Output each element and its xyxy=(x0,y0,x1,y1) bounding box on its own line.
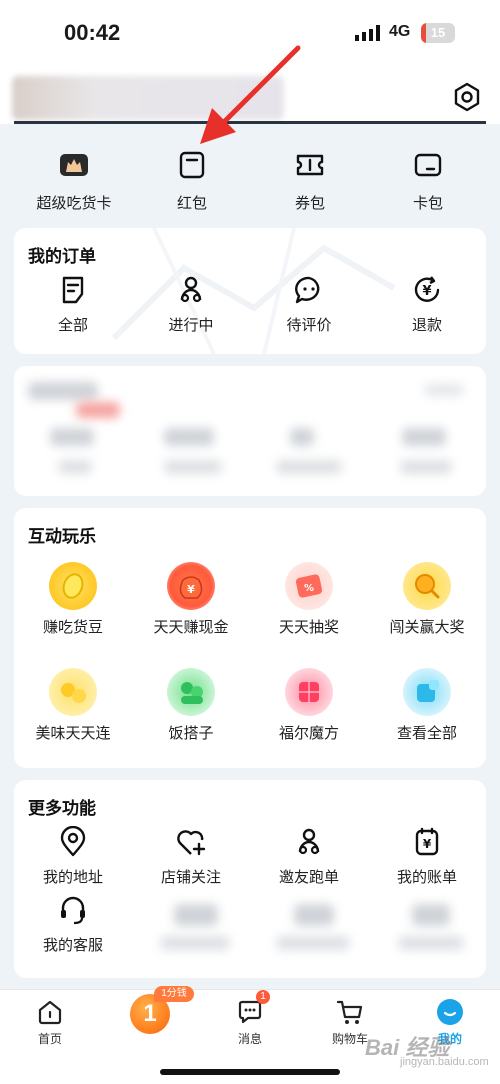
wallet-item-card-wallet[interactable]: 卡包 xyxy=(368,140,488,213)
order-item-refund[interactable]: ¥ 退款 xyxy=(368,274,486,335)
money-bag-icon: ¥ xyxy=(167,562,215,610)
status-time: 00:42 xyxy=(64,20,121,45)
svg-text:%: % xyxy=(304,583,314,594)
order-label: 进行中 xyxy=(168,317,214,334)
game-label: 天天赚现金 xyxy=(153,619,229,636)
order-item-all[interactable]: 全部 xyxy=(14,274,132,335)
more-title: 更多功能 xyxy=(28,799,96,818)
battery-icon: 15 xyxy=(421,23,455,43)
game-label: 福尔魔方 xyxy=(278,725,339,742)
magnifier-icon xyxy=(403,562,451,610)
more-label: 我的地址 xyxy=(42,869,103,886)
order-item-to-review[interactable]: 待评价 xyxy=(250,274,368,335)
more-item-address[interactable]: 我的地址 xyxy=(14,826,132,887)
home-icon xyxy=(38,1000,62,1025)
game-item-view-all[interactable]: 查看全部 xyxy=(368,668,486,743)
wallet-label: 券包 xyxy=(294,195,325,212)
interactive-games-card: 互动玩乐 赚吃货豆 ¥ 天天赚现金 % 天天抽奖 闯关赢大奖 美味天天连 饭搭子 xyxy=(14,508,486,768)
svg-text:¥: ¥ xyxy=(422,284,431,299)
wallet-item-coupon[interactable]: 券包 xyxy=(250,140,370,213)
link-game-icon xyxy=(49,668,97,716)
rider-icon xyxy=(180,276,202,303)
game-item-match-game[interactable]: 美味天天连 xyxy=(14,668,132,743)
view-all-icon xyxy=(403,668,451,716)
order-item-in-progress[interactable]: 进行中 xyxy=(132,274,250,335)
more-label: 我的账单 xyxy=(396,869,457,886)
rider-icon xyxy=(298,828,320,855)
wallet-item-foodie-card[interactable]: 超级吃货卡 xyxy=(14,140,134,213)
card-wallet-icon xyxy=(414,153,442,177)
headset-icon xyxy=(61,896,85,925)
heart-plus-icon xyxy=(177,830,206,856)
more-label: 店铺关注 xyxy=(160,869,221,886)
foodie-card-icon xyxy=(60,154,88,176)
game-label: 查看全部 xyxy=(396,725,457,742)
game-item-daily-cash[interactable]: ¥ 天天赚现金 xyxy=(132,562,250,637)
game-item-magic-cube[interactable]: 福尔魔方 xyxy=(250,668,368,743)
ticket-icon: % xyxy=(285,562,333,610)
message-count-badge: 1 xyxy=(256,990,270,1004)
blurred-section xyxy=(14,366,486,496)
settings-icon[interactable] xyxy=(452,82,482,112)
buddy-icon xyxy=(167,668,215,716)
game-label: 美味天天连 xyxy=(35,725,111,742)
refund-icon: ¥ xyxy=(414,276,440,302)
game-item-meal-buddy[interactable]: 饭搭子 xyxy=(132,668,250,743)
svg-text:¥: ¥ xyxy=(187,583,195,596)
network-type: 4G xyxy=(389,23,411,40)
more-label: 我的客服 xyxy=(42,937,103,954)
game-label: 饭搭子 xyxy=(168,725,214,742)
more-item-bills[interactable]: ¥ 我的账单 xyxy=(368,826,486,887)
svg-text:¥: ¥ xyxy=(423,837,432,851)
orders-card: 我的订单 全部 进行中 待评价 ¥ 退款 xyxy=(14,228,486,354)
order-label: 待评价 xyxy=(286,317,332,334)
more-item-customer-service[interactable]: 我的客服 xyxy=(14,894,132,955)
game-item-level-prize[interactable]: 闯关赢大奖 xyxy=(368,562,486,637)
location-icon xyxy=(60,826,86,857)
game-item-daily-lottery[interactable]: % 天天抽奖 xyxy=(250,562,368,637)
cube-icon xyxy=(285,668,333,716)
tab-home[interactable]: 首页 xyxy=(0,990,100,1047)
profile-icon xyxy=(437,999,463,1025)
chat-icon xyxy=(295,276,320,304)
bean-icon xyxy=(49,562,97,610)
games-title: 互动玩乐 xyxy=(28,527,96,546)
wallet-row: 超级吃货卡 红包 券包 卡包 xyxy=(0,140,500,220)
game-label: 赚吃货豆 xyxy=(42,619,103,636)
game-label: 天天抽奖 xyxy=(278,619,339,636)
battery-level: 15 xyxy=(430,25,446,40)
cart-icon xyxy=(336,1000,363,1024)
annotation-arrow-icon xyxy=(200,45,301,144)
wallet-item-red-packet[interactable]: 红包 xyxy=(132,140,252,213)
wallet-label: 红包 xyxy=(176,195,207,212)
orders-title: 我的订单 xyxy=(28,247,96,266)
tab-messages[interactable]: 消息 1 xyxy=(200,990,300,1047)
watermark-sub: jingyan.baidu.com xyxy=(400,1056,489,1068)
home-indicator[interactable] xyxy=(160,1069,340,1075)
order-label: 退款 xyxy=(411,317,442,334)
coupon-icon xyxy=(296,154,324,176)
more-item-invite-rider[interactable]: 邀友跑单 xyxy=(250,826,368,887)
promo-badge: 1分钱 xyxy=(154,986,194,1002)
tab-label: 消息 xyxy=(237,1032,262,1046)
bill-icon: ¥ xyxy=(415,827,439,856)
red-packet-icon xyxy=(179,151,205,179)
game-label: 闯关赢大奖 xyxy=(389,619,465,636)
game-item-earn-beans[interactable]: 赚吃货豆 xyxy=(14,562,132,637)
more-item-followed-shops[interactable]: 店铺关注 xyxy=(132,826,250,887)
order-label: 全部 xyxy=(57,317,88,334)
wallet-label: 卡包 xyxy=(412,195,443,212)
signal-icon xyxy=(355,25,380,41)
tab-label: 首页 xyxy=(37,1032,62,1046)
wallet-label: 超级吃货卡 xyxy=(36,195,112,212)
more-label: 邀友跑单 xyxy=(278,869,339,886)
more-functions-card: 更多功能 我的地址 店铺关注 邀友跑单 ¥ 我的账单 我的客服 xyxy=(14,780,486,978)
document-icon xyxy=(62,276,84,304)
